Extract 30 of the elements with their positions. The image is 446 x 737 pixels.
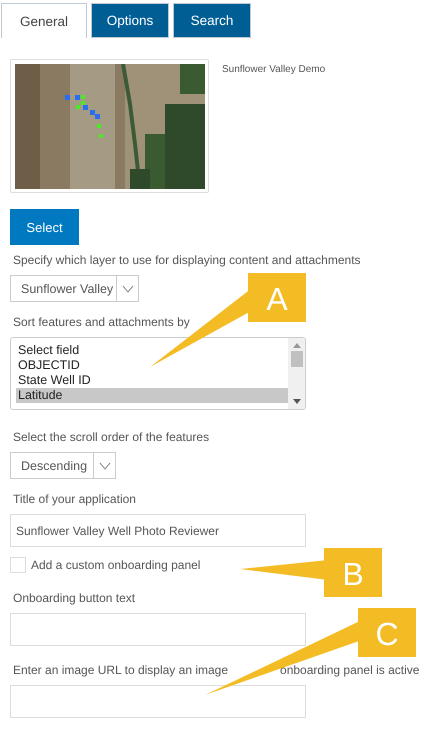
text-field[interactable]	[10, 613, 306, 646]
select-button[interactable]: Select	[10, 209, 79, 245]
map-title: Sunflower Valley Demo	[222, 64, 326, 77]
checkbox[interactable]	[10, 557, 26, 573]
text-field[interactable]: Sunflower Valley Well Photo Reviewer	[10, 514, 306, 547]
tab[interactable]: Search	[173, 3, 251, 38]
list-box[interactable]: Select field OBJECTID State Well ID Latitude	[10, 337, 306, 410]
list-option[interactable]: State Well ID	[16, 373, 288, 388]
caret-icon	[122, 284, 134, 292]
field-label: Onboarding button text	[13, 591, 136, 605]
scroll-thumb[interactable]	[290, 351, 302, 367]
checkbox-label: Add a custom onboarding panel	[31, 558, 200, 572]
list-option[interactable]: Select field	[16, 343, 288, 358]
dropdown[interactable]: Sunflower Valley	[10, 275, 139, 302]
caret-icon	[98, 462, 110, 470]
field-label: Enter an image URL to display an image	[13, 663, 228, 677]
scroll-up-icon[interactable]	[292, 343, 300, 348]
tab[interactable]: General	[1, 3, 87, 38]
field-label: onboarding panel is active	[280, 663, 420, 677]
tab[interactable]: Options	[91, 3, 169, 38]
field-label: Specify which layer to use for displaying content and attachments	[13, 253, 362, 267]
scroll-down-icon[interactable]	[292, 399, 300, 404]
dropdown[interactable]: Descending	[10, 452, 116, 479]
list-option[interactable]: Latitude	[16, 388, 288, 403]
field-label: Title of your application	[13, 492, 137, 506]
text-field[interactable]	[10, 685, 306, 718]
field-label: Select the scroll order of the features	[13, 430, 210, 444]
list-option[interactable]: OBJECTID	[16, 358, 288, 373]
scrollbar[interactable]	[288, 338, 305, 409]
field-label: Sort features and attachments by	[13, 315, 191, 329]
